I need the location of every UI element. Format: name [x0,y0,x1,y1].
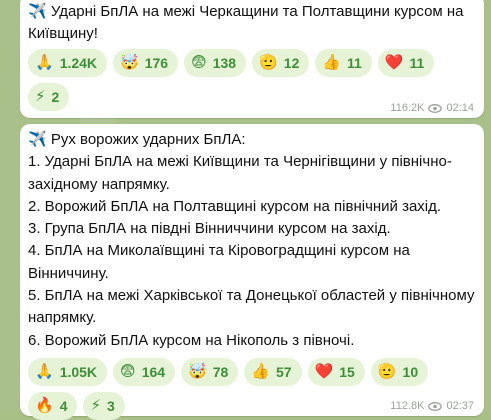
reaction-thumbs-up[interactable]: 👍 57 [244,357,302,386]
reaction-count: 12 [283,54,300,71]
reaction-count: 1.24K [59,54,98,71]
reaction-salute[interactable]: 🫡 10 [370,357,429,386]
reaction-count: 11 [347,54,362,71]
thumbs-up-emoji-icon: 👍 [251,363,270,381]
reaction-count: 10 [402,363,419,380]
reaction-heart[interactable]: ❤️ 11 [377,48,435,77]
reaction-pray[interactable]: 🙏 1.24K [28,48,108,77]
reaction-count: 11 [409,54,425,71]
exploding-head-emoji-icon: 🤯 [188,363,207,381]
pray-emoji-icon: 🙏 [35,54,54,72]
message-text: ✈️ Рух ворожих ударних БпЛА: 1. Ударні Бп… [20,124,484,352]
message-line: 3. Група БпЛА на півдні Вінниччини курсо… [28,220,391,238]
reaction-lightning[interactable]: ⚡ 3 [83,391,125,420]
eye-icon [428,401,443,411]
reaction-count: 2 [51,88,60,105]
reaction-fire[interactable]: 🔥 4 [28,391,78,420]
reaction-count: 1.05K [59,363,98,380]
message-meta: 112.8K 02:37 [390,400,474,412]
reaction-count: 176 [144,54,169,71]
reaction-count: 138 [212,54,237,71]
reaction-lightning[interactable]: ⚡ 2 [28,82,70,111]
reaction-pray[interactable]: 🙏 1.05K [28,357,108,386]
message-text: ✈️ Ударні БпЛА на межі Черкащини та Полт… [28,3,468,43]
reaction-salute[interactable]: 🫡 12 [252,48,310,77]
exploding-head-emoji-icon: 🤯 [120,54,139,72]
fearful-face-emoji-icon: 😨 [120,363,136,381]
reaction-heart[interactable]: ❤️ 15 [307,357,365,386]
fire-emoji-icon: 🔥 [35,397,54,415]
thumbs-up-emoji-icon: 👍 [322,54,342,72]
fearful-face-emoji-icon: 😨 [191,54,207,72]
lightning-emoji-icon: ⚡ [90,397,102,415]
message-line: 1. Ударні БпЛА на межі Київщини та Черні… [28,153,452,193]
reaction-exploding-head[interactable]: 🤯 78 [181,357,239,386]
reaction-exploding-head[interactable]: 🤯 176 [113,48,179,77]
salute-emoji-icon: 🫡 [377,363,397,381]
message-line: ✈️ Рух ворожих ударних БпЛА: [28,131,246,148]
reaction-fearful[interactable]: 😨 138 [184,48,247,77]
view-count: 116.2K [390,102,425,114]
view-count: 112.8K [390,400,425,412]
reaction-count: 15 [339,363,355,380]
message-line: 4. БпЛА на Миколаївщині та Кіровоградщин… [28,242,415,282]
heart-emoji-icon: ❤️ [384,54,404,72]
eye-icon [428,103,443,113]
message-line: 6. Ворожий БпЛА курсом на Нікополь з пів… [28,331,355,349]
salute-emoji-icon: 🫡 [259,54,278,72]
message-time: 02:37 [446,400,474,412]
reaction-fearful[interactable]: 😨 164 [113,357,176,386]
reaction-count: 78 [212,363,229,380]
reaction-count: 164 [141,363,166,380]
message-line: 2. Ворожий БпЛА на Полтавщині курсом на … [28,197,442,215]
reaction-count: 57 [276,363,292,380]
message-line: 5. БпЛА на межі Харківської та Донецької… [28,287,479,327]
reaction-thumbs-up[interactable]: 👍 11 [315,48,372,77]
lightning-emoji-icon: ⚡ [35,88,46,106]
pray-emoji-icon: 🙏 [35,363,54,381]
heart-emoji-icon: ❤️ [314,363,334,381]
message-time: 02:14 [446,102,474,114]
message-bubble[interactable]: ✈️ Рух ворожих ударних БпЛА: 1. Ударні Бп… [20,124,484,420]
message-meta: 116.2K 02:14 [390,102,474,114]
message-bubble[interactable]: ✈️ Ударні БпЛА на межі Черкащини та Полт… [20,0,484,118]
